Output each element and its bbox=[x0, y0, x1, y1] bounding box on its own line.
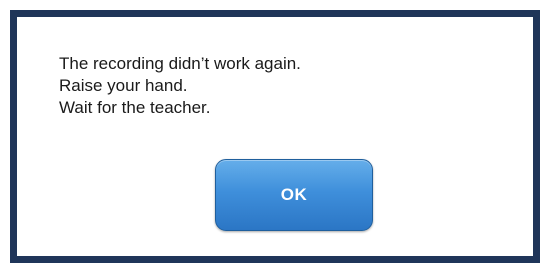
message-line-recording-failed: The recording didn’t work again. bbox=[59, 54, 301, 73]
message-line-raise-hand: Raise your hand. bbox=[59, 76, 188, 95]
dialog-message: The recording didn’t work again. Raise y… bbox=[59, 53, 519, 119]
ok-button[interactable]: OK bbox=[215, 159, 373, 231]
top-strip bbox=[0, 0, 547, 10]
alert-dialog: The recording didn’t work again. Raise y… bbox=[10, 10, 540, 263]
message-line-wait-teacher: Wait for the teacher. bbox=[59, 98, 211, 117]
ok-button-label: OK bbox=[280, 185, 308, 204]
screen: The recording didn’t work again. Raise y… bbox=[0, 0, 547, 270]
